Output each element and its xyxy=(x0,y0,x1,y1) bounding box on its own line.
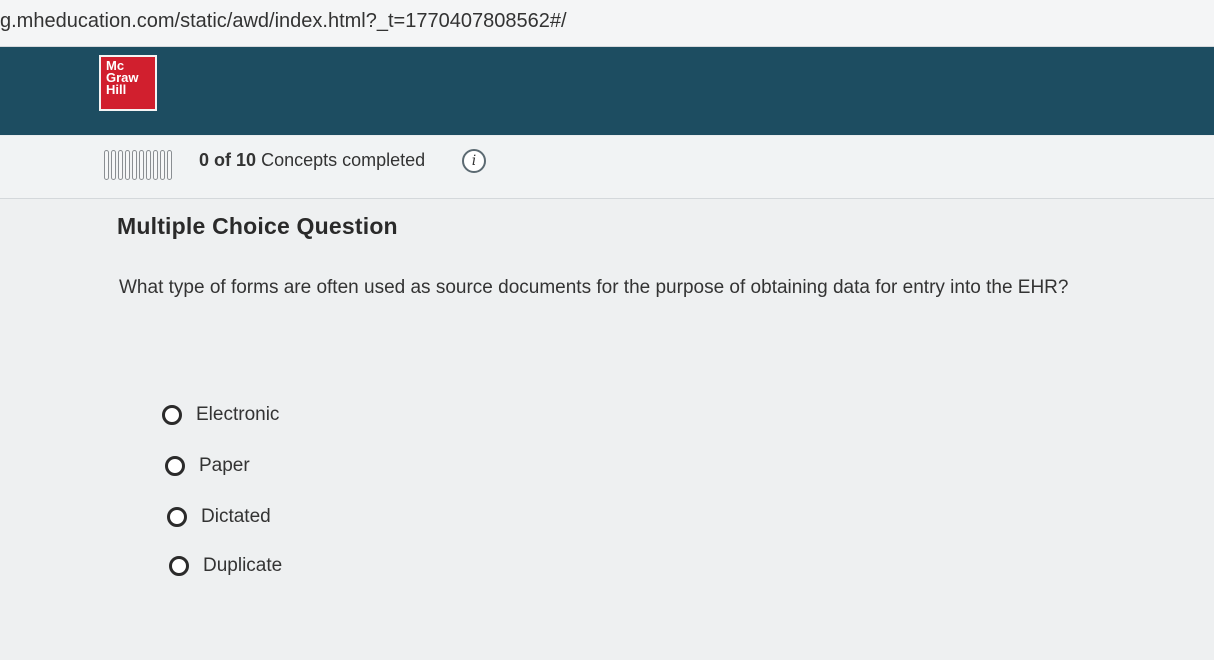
choice-dictated[interactable]: Dictated xyxy=(167,506,271,528)
concept-progress-meter xyxy=(104,150,172,182)
progress-completed-count: 0 xyxy=(199,150,210,170)
progress-text: 0 of 10 Concepts completed xyxy=(199,150,425,171)
progress-segment xyxy=(146,150,151,180)
progress-segment xyxy=(111,150,116,180)
progress-total-count: 10 xyxy=(236,150,257,170)
choice-duplicate[interactable]: Duplicate xyxy=(169,555,282,577)
progress-segment xyxy=(160,150,165,180)
progress-suffix: Concepts completed xyxy=(261,150,426,170)
logo-line-3: Hill xyxy=(106,82,127,97)
mcgraw-hill-logo[interactable]: Mc Graw Hill xyxy=(99,55,157,111)
app-header: Mc Graw Hill xyxy=(0,47,1214,135)
progress-of-label: of xyxy=(214,150,232,170)
radio-button[interactable] xyxy=(165,456,185,476)
progress-segment xyxy=(118,150,123,180)
choice-label: Paper xyxy=(199,455,250,476)
radio-button[interactable] xyxy=(167,507,187,527)
radio-button[interactable] xyxy=(162,405,182,425)
progress-segment xyxy=(153,150,158,180)
progress-bar-row: 0 of 10 Concepts completed i xyxy=(0,136,1214,199)
progress-segment xyxy=(139,150,144,180)
progress-segment xyxy=(167,150,172,180)
question-type-heading: Multiple Choice Question xyxy=(117,213,398,239)
info-icon[interactable]: i xyxy=(462,149,486,173)
browser-address-bar[interactable]: g.mheducation.com/static/awd/index.html?… xyxy=(0,0,1214,47)
radio-button[interactable] xyxy=(169,556,189,576)
choice-label: Electronic xyxy=(196,404,280,425)
progress-segment xyxy=(132,150,137,180)
question-text: What type of forms are often used as sou… xyxy=(119,277,1069,298)
url-text[interactable]: g.mheducation.com/static/awd/index.html?… xyxy=(0,10,567,33)
choice-label: Duplicate xyxy=(203,555,283,576)
choice-label: Dictated xyxy=(201,506,271,527)
choice-electronic[interactable]: Electronic xyxy=(162,404,279,426)
choice-paper[interactable]: Paper xyxy=(165,455,250,477)
progress-segment xyxy=(104,150,109,180)
question-panel: Multiple Choice Question What type of fo… xyxy=(0,199,1214,660)
progress-segment xyxy=(125,150,130,180)
